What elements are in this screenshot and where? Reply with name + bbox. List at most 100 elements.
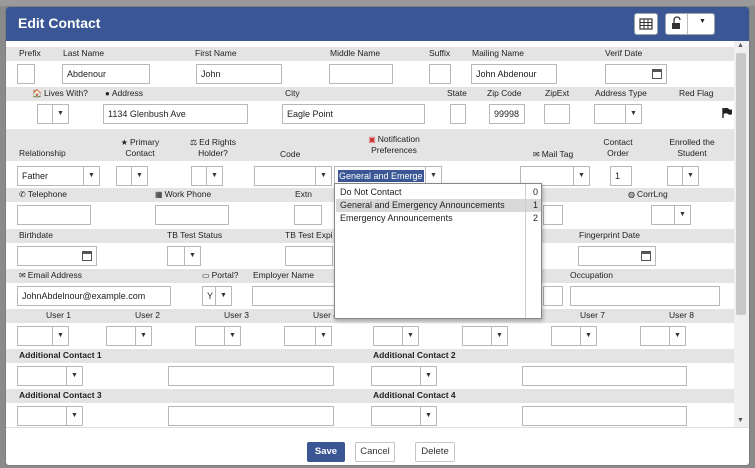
additional-contact-2-input[interactable]: [522, 366, 687, 386]
cancel-button[interactable]: Cancel: [355, 442, 395, 462]
envelope-icon: ✉: [19, 271, 26, 280]
scroll-thumb[interactable]: [736, 53, 746, 315]
user-7-select[interactable]: ▼: [551, 326, 597, 346]
unlock-icon: [672, 16, 681, 29]
option-do-not-contact[interactable]: Do Not Contact 0: [336, 186, 541, 199]
first-name-label: First Name: [195, 48, 237, 58]
middle-name-input[interactable]: [329, 64, 393, 84]
user-3-select[interactable]: ▼: [195, 326, 241, 346]
phone-extra-input[interactable]: [543, 205, 563, 225]
work-phone-input[interactable]: [155, 205, 229, 225]
contact-order-input[interactable]: 1: [610, 166, 632, 186]
enrolled-select[interactable]: ▼: [667, 166, 699, 186]
dialog-title: Edit Contact: [18, 15, 101, 31]
chevron-down-icon: ▼: [682, 167, 698, 185]
prefix-input[interactable]: [17, 64, 35, 84]
last-name-label: Last Name: [63, 48, 105, 58]
user-1-select[interactable]: ▼: [17, 326, 69, 346]
form-body: Prefix Last Name First Name Middle Name …: [6, 41, 734, 427]
primary-contact-select[interactable]: ▼: [116, 166, 148, 186]
user-6-select[interactable]: ▼: [462, 326, 508, 346]
chevron-down-icon: ▼: [224, 327, 240, 345]
monitor-icon: ▭: [202, 271, 210, 280]
scroll-up-icon[interactable]: ▲: [737, 42, 744, 49]
scroll-down-icon[interactable]: ▼: [737, 417, 744, 424]
calendar-icon[interactable]: [652, 69, 662, 79]
lives-with-select[interactable]: ▼: [37, 104, 69, 124]
fingerprint-label: Fingerprint Date: [579, 230, 640, 240]
mailing-name-input[interactable]: John Abdenour: [471, 64, 557, 84]
suffix-input[interactable]: [429, 64, 451, 84]
extn-input[interactable]: [294, 205, 322, 225]
flag-icon[interactable]: [721, 107, 733, 119]
zipext-label: ZipExt: [545, 88, 570, 98]
vertical-scrollbar[interactable]: ▲ ▼: [734, 41, 749, 427]
address-type-label: Address Type: [595, 88, 647, 98]
user-8-select[interactable]: ▼: [640, 326, 686, 346]
additional-contact-3-input[interactable]: [168, 406, 334, 426]
birthdate-input[interactable]: [17, 246, 97, 266]
occupation-input[interactable]: [570, 286, 720, 306]
chevron-down-icon: ▼: [699, 18, 706, 25]
option-general-emergency[interactable]: General and Emergency Announcements 1: [336, 199, 541, 212]
grid-view-button[interactable]: [634, 13, 658, 35]
email-input[interactable]: JohnAbdelnour@example.com: [17, 286, 171, 306]
address-input[interactable]: 1134 Glenbush Ave: [103, 104, 248, 124]
tb-status-select[interactable]: ▼: [167, 246, 201, 266]
corrlng-select[interactable]: ▼: [651, 205, 691, 225]
telephone-input[interactable]: [17, 205, 91, 225]
calendar-icon[interactable]: [82, 251, 92, 261]
address-label: ● Address: [105, 88, 144, 98]
code-select[interactable]: ▼: [254, 166, 332, 186]
tb-expire-input[interactable]: [285, 246, 333, 266]
fingerprint-input[interactable]: [578, 246, 656, 266]
zip-label: Zip Code: [487, 88, 522, 98]
portal-select[interactable]: Y ▼: [202, 286, 232, 306]
verif-date-input[interactable]: [605, 64, 667, 84]
chevron-down-icon: ▼: [184, 247, 200, 265]
chevron-down-icon: ▼: [674, 206, 690, 224]
additional-contact-1-select[interactable]: ▼: [17, 366, 83, 386]
notification-options-list[interactable]: Do Not Contact 0 General and Emergency An…: [334, 183, 542, 319]
ed-rights-select[interactable]: ▼: [191, 166, 223, 186]
state-input[interactable]: [450, 104, 466, 124]
user-4-select[interactable]: ▼: [284, 326, 332, 346]
user-5-select[interactable]: ▼: [373, 326, 419, 346]
additional-contact-1-label: Additional Contact 1: [19, 350, 102, 360]
additional-contact-4-label: Additional Contact 4: [373, 390, 456, 400]
lives-with-label: 🏠 Lives With?: [32, 88, 88, 98]
occupation-label: Occupation: [570, 270, 613, 280]
last-name-input[interactable]: Abdenour: [62, 64, 150, 84]
scale-icon: ⚖: [189, 138, 198, 147]
additional-contact-4-input[interactable]: [522, 406, 687, 426]
chevron-down-icon: ▼: [215, 287, 231, 305]
lock-select[interactable]: ▼: [665, 13, 715, 35]
address-type-select[interactable]: ▼: [594, 104, 642, 124]
chevron-down-icon: ▼: [315, 167, 331, 185]
code-label: Code: [280, 149, 301, 159]
enrolled-label: Enrolled the Student: [669, 137, 715, 158]
chevron-down-icon: ▼: [580, 327, 596, 345]
additional-contact-3-label: Additional Contact 3: [19, 390, 102, 400]
save-button[interactable]: Save: [307, 442, 345, 462]
employer-label: Employer Name: [253, 270, 314, 280]
calendar-icon[interactable]: [641, 251, 651, 261]
zipext-input[interactable]: [544, 104, 570, 124]
relationship-select[interactable]: Father ▼: [17, 166, 100, 186]
employer-input[interactable]: [252, 286, 342, 306]
option-emergency[interactable]: Emergency Announcements 2: [336, 212, 541, 225]
chevron-down-icon: ▼: [625, 105, 641, 123]
additional-contact-1-input[interactable]: [168, 366, 334, 386]
additional-contact-4-select[interactable]: ▼: [371, 406, 437, 426]
portal-label: ▭ Portal?: [202, 270, 239, 280]
city-input[interactable]: Eagle Point: [282, 104, 425, 124]
first-name-input[interactable]: John: [196, 64, 282, 84]
user-2-select[interactable]: ▼: [106, 326, 152, 346]
additional-contact-2-select[interactable]: ▼: [371, 366, 437, 386]
zip-input[interactable]: 99998: [489, 104, 525, 124]
chevron-down-icon: ▼: [52, 105, 68, 123]
additional-contact-3-select[interactable]: ▼: [17, 406, 83, 426]
chevron-down-icon: ▼: [402, 327, 418, 345]
delete-button[interactable]: Delete: [415, 442, 455, 462]
employer-extra-input[interactable]: [543, 286, 563, 306]
